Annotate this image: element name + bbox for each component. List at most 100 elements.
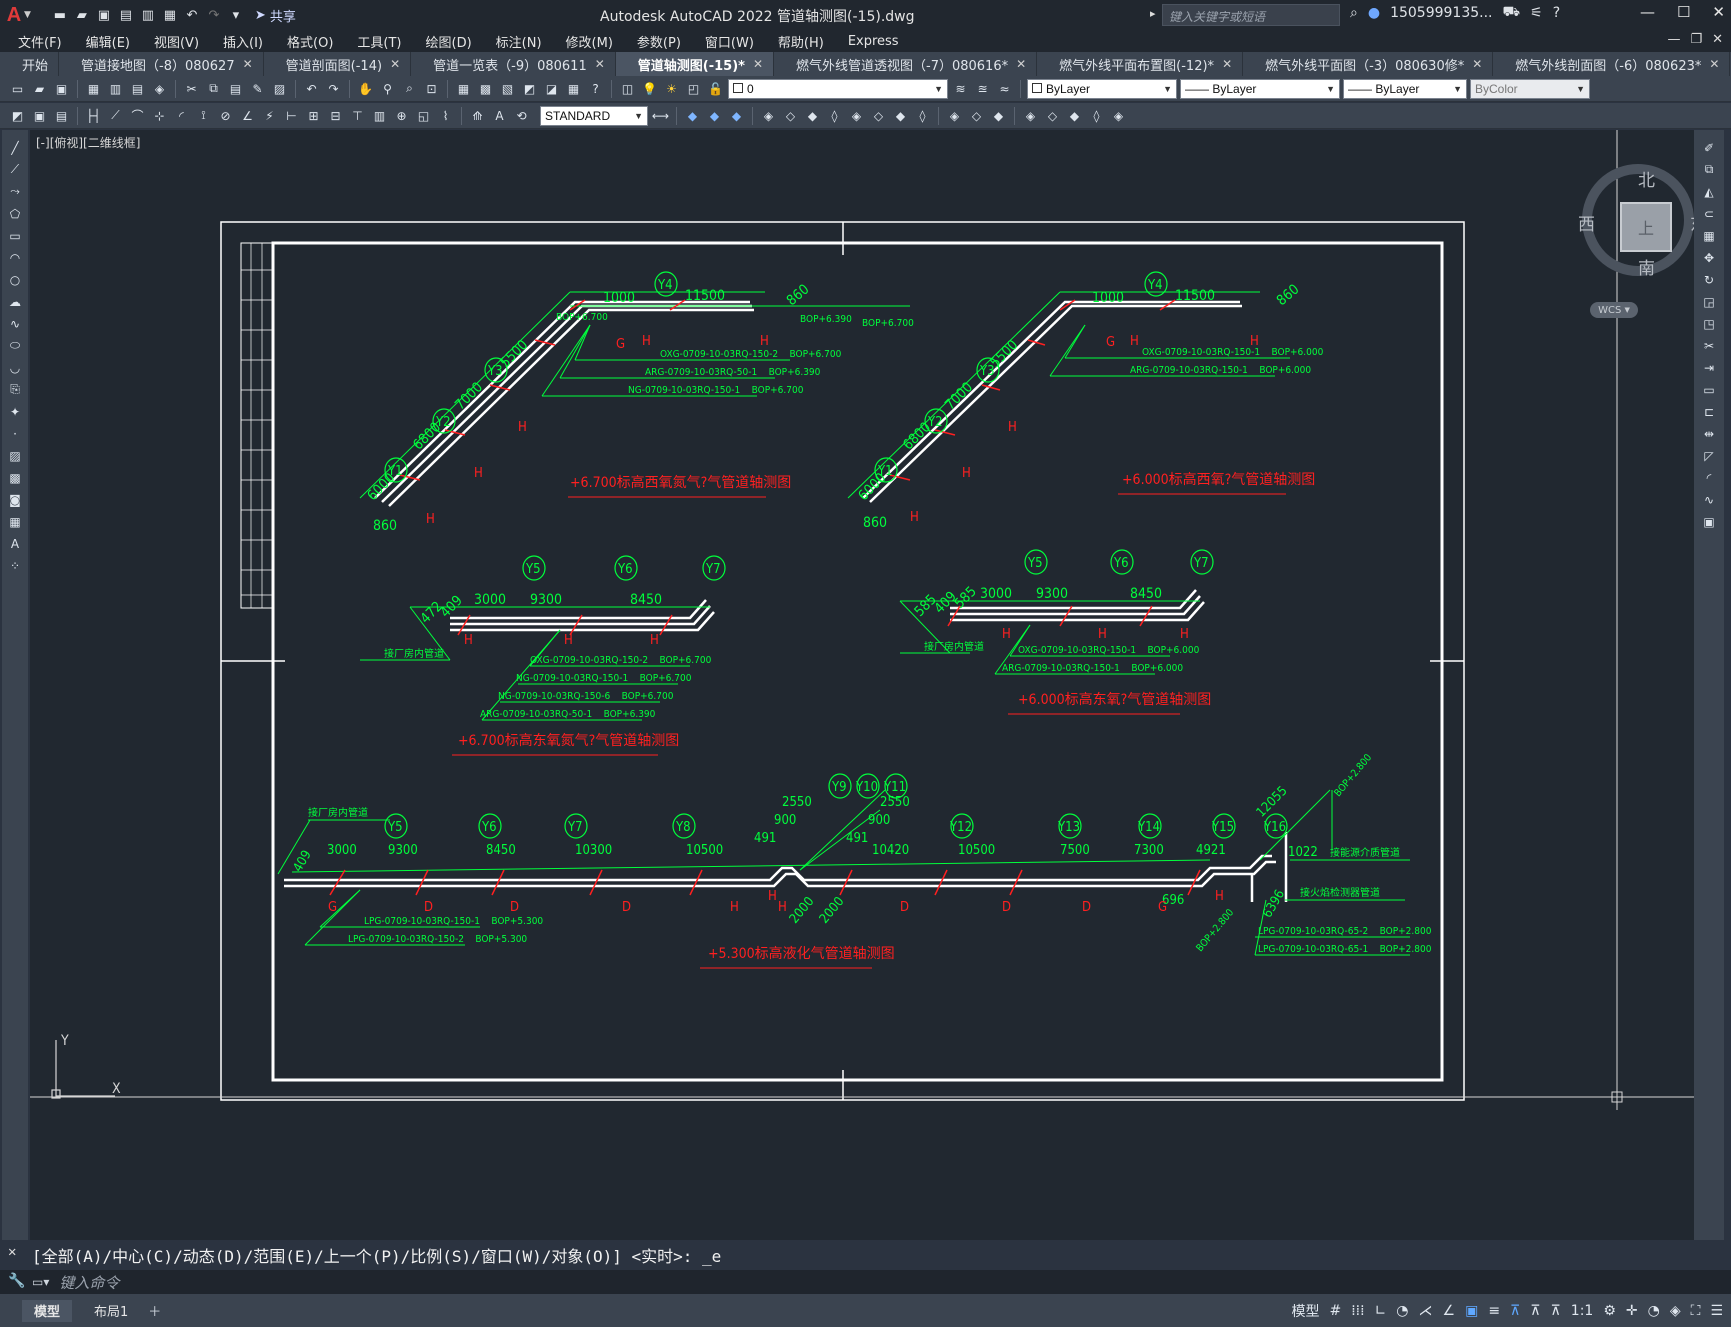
baseline-dim-icon[interactable]: ⊢ — [282, 106, 301, 125]
layer-freeze-icon[interactable]: ☀ — [662, 79, 681, 98]
tab-file-6[interactable]: 燃气外线平面布置图(-12)* ✕ — [1037, 52, 1244, 76]
layer-properties-icon[interactable]: ◫ — [618, 79, 637, 98]
copy-object-icon[interactable]: ⧉ — [1700, 160, 1719, 179]
viewcube[interactable]: 上 北 南 西 东 — [1550, 142, 1694, 292]
layer-translator-icon[interactable]: ◈ — [1021, 106, 1040, 125]
layer-lock-icon[interactable]: 🔓 — [706, 79, 725, 98]
make-current-icon[interactable]: ≋ — [951, 79, 970, 98]
revcloud-icon[interactable]: ☁ — [6, 292, 25, 311]
redo-icon[interactable]: ↷ — [205, 6, 223, 24]
osnap-tracking-icon[interactable]: ∠ — [1443, 1303, 1456, 1319]
drawing-e[interactable]: 409 3000 9300 8450 10300 10500 491 900 2… — [277, 752, 1432, 969]
menu-insert[interactable]: 插入(I) — [223, 32, 263, 51]
mirror-icon[interactable]: ◭ — [1700, 182, 1719, 201]
drawing-canvas[interactable]: [-][俯视][二维线框] 6000 6800 7000 5500 860 10… — [30, 130, 1694, 1240]
undo-icon[interactable]: ↶ — [183, 6, 201, 24]
isodraft-icon[interactable]: ⋌ — [1419, 1303, 1433, 1319]
menu-file[interactable]: 文件(F) — [18, 32, 62, 51]
menu-window[interactable]: 窗口(W) — [705, 32, 754, 51]
dimension-style-icon[interactable]: ◩ — [8, 106, 27, 125]
scale-label[interactable]: 1:1 — [1571, 1303, 1594, 1319]
break-dim-icon[interactable]: ⊤ — [348, 106, 367, 125]
zoom-window-icon[interactable]: ⌕ — [400, 79, 419, 98]
dim-update-icon[interactable]: ⟲ — [512, 106, 531, 125]
open-file-icon[interactable]: ▰ — [73, 6, 91, 24]
layer-thaw-all-icon[interactable]: ◇ — [967, 106, 986, 125]
menu-icon[interactable]: ☰ — [1710, 1303, 1723, 1319]
help-icon[interactable]: ? — [586, 79, 605, 98]
layer-copy-icon[interactable]: ◈ — [847, 106, 866, 125]
insert-block-icon[interactable]: ⎘ — [6, 380, 25, 399]
layer-unlock-icon[interactable]: ◊ — [825, 106, 844, 125]
menu-modify[interactable]: 修改(M) — [566, 32, 613, 51]
command-line[interactable]: 🔧 ▭▾ 键入命令 — [0, 1270, 1731, 1294]
plot-preview-icon[interactable]: ▥ — [139, 6, 157, 24]
new-file-icon[interactable]: ▬ — [51, 6, 69, 24]
tab-file-2[interactable]: 管道剖面图(-14) ✕ — [263, 52, 412, 76]
osnap-icon[interactable]: ▣ — [1465, 1303, 1478, 1319]
dim-edit-icon[interactable]: ⟰ — [468, 106, 487, 125]
layer-change-icon[interactable]: ◆ — [705, 106, 724, 125]
dim-text-edit-icon[interactable]: A — [490, 106, 509, 125]
radius-dim-icon[interactable]: ◜ — [172, 106, 191, 125]
ortho-icon[interactable]: ∟ — [1375, 1303, 1387, 1319]
jogged-linear-icon[interactable]: ⌇ — [436, 106, 455, 125]
layer-filter-icon[interactable]: ◆ — [1065, 106, 1084, 125]
search-icon[interactable]: ⌕ — [1350, 5, 1358, 21]
close-icon[interactable]: ✕ — [243, 57, 253, 71]
textstyle-combo[interactable]: STANDARD ▼ — [540, 105, 648, 126]
polar-icon[interactable]: ◔ — [1396, 1303, 1408, 1319]
point-icon[interactable]: · — [6, 424, 25, 443]
save-as-icon[interactable]: ▤ — [117, 6, 135, 24]
search-input[interactable]: 键入关键字或短语 — [1162, 4, 1340, 26]
layer-on-all-icon[interactable]: ◈ — [945, 106, 964, 125]
polyline-icon[interactable]: ⤳ — [6, 182, 25, 201]
print-icon[interactable]: ▦ — [161, 6, 179, 24]
quick-dim-icon[interactable]: ⚡ — [260, 106, 279, 125]
close-icon[interactable]: ✕ — [1222, 57, 1232, 71]
command-prompt-icon[interactable]: ▭▾ — [32, 1275, 49, 1289]
space-dim-icon[interactable]: ⊟ — [326, 106, 345, 125]
compass-west[interactable]: 西 — [1578, 210, 1595, 235]
line-icon[interactable]: ╱ — [6, 138, 25, 157]
properties-icon[interactable]: ▦ — [454, 79, 473, 98]
doc-minimize-icon[interactable]: — — [1667, 32, 1680, 47]
close-icon[interactable]: ✕ — [390, 57, 400, 71]
layer-off-icon[interactable]: ◈ — [759, 106, 778, 125]
wcs-menu[interactable]: WCS ▼ — [1590, 302, 1638, 318]
angular-dim-icon[interactable]: ∠ — [238, 106, 257, 125]
layer-group-icon[interactable]: ◊ — [1087, 106, 1106, 125]
tab-file-5[interactable]: 燃气外线管道透视图（-7）080616* ✕ — [774, 52, 1038, 76]
offset-icon[interactable]: ⊂ — [1700, 204, 1719, 223]
compass-south[interactable]: 南 — [1638, 254, 1655, 279]
pan-icon[interactable]: ✋ — [356, 79, 375, 98]
hardware-accel-icon[interactable]: ◈ — [1670, 1303, 1681, 1319]
layer-unisolate-icon[interactable]: ◆ — [989, 106, 1008, 125]
hatch-icon[interactable]: ▨ — [6, 446, 25, 465]
array-icon[interactable]: ▦ — [1700, 226, 1719, 245]
chevron-right-icon[interactable]: ▸ — [1150, 7, 1156, 20]
menu-help[interactable]: 帮助(H) — [778, 32, 824, 51]
tab-start[interactable]: 开始 — [0, 52, 60, 76]
tab-file-8[interactable]: 燃气外线剖面图（-6）080623* ✕ — [1493, 52, 1731, 76]
tab-file-1[interactable]: 管道接地图（-8）080627 ✕ — [59, 52, 264, 76]
menu-dimension[interactable]: 标注(N) — [496, 32, 542, 51]
tab-layout1[interactable]: 布局1 — [82, 1300, 140, 1322]
close-icon[interactable]: ✕ — [1709, 57, 1719, 71]
update-icon[interactable]: ▤ — [52, 106, 71, 125]
sheet-set-icon[interactable]: ◩ — [520, 79, 539, 98]
menu-tools[interactable]: 工具(T) — [357, 32, 401, 51]
new-icon[interactable]: ▭ — [8, 79, 27, 98]
markup-icon[interactable]: ◪ — [542, 79, 561, 98]
chamfer-icon[interactable]: ◸ — [1700, 446, 1719, 465]
lineweight-combo[interactable]: —— ByLayer ▼ — [1343, 78, 1467, 99]
close-icon[interactable]: ✕ — [753, 57, 763, 71]
connect-icon[interactable]: ⚟ — [1530, 5, 1543, 21]
lineweight-icon[interactable]: ≡ — [1488, 1303, 1500, 1319]
redo-icon[interactable]: ↷ — [324, 79, 343, 98]
spline-icon[interactable]: ∿ — [6, 314, 25, 333]
construction-line-icon[interactable]: ⟋ — [6, 160, 25, 179]
menu-express[interactable]: Express — [848, 34, 899, 49]
arc-length-icon[interactable]: ⌒ — [128, 106, 147, 125]
close-icon[interactable]: ✕ — [1712, 3, 1725, 21]
